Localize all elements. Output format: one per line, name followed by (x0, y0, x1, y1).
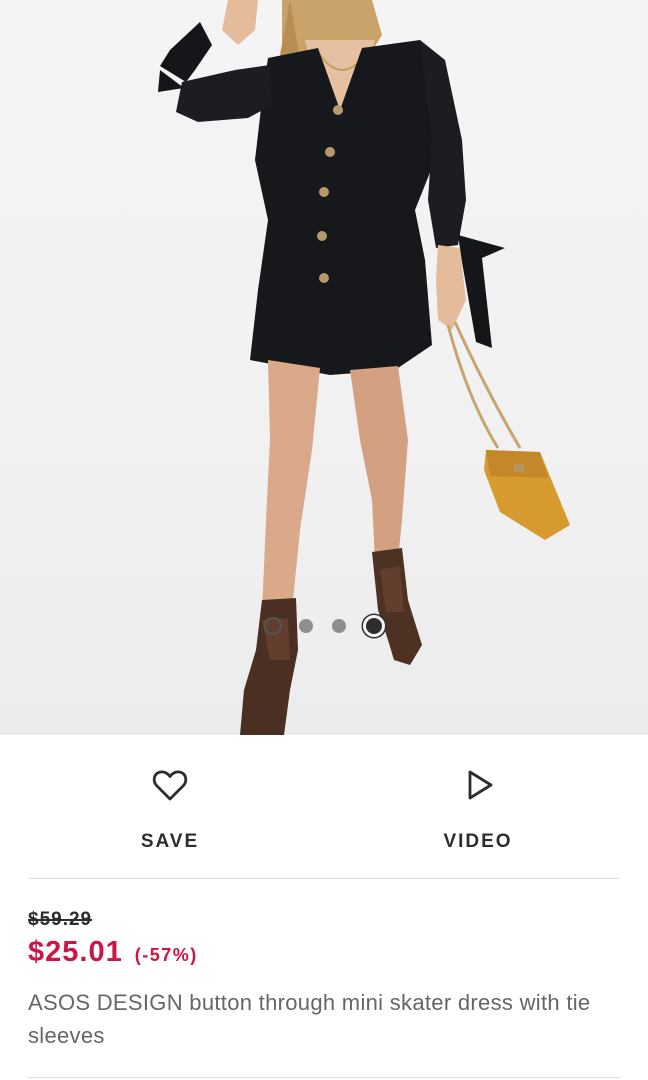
carousel-dot-2[interactable] (298, 619, 313, 633)
heart-outline-icon (152, 770, 188, 801)
divider (28, 878, 620, 879)
carousel-dot-3[interactable] (331, 619, 346, 633)
play-outline-icon (468, 770, 493, 800)
discount-badge: (-57%) (134, 945, 198, 965)
save-button[interactable]: SAVE (90, 765, 250, 853)
product-title: ASOS DESIGN button through mini skater d… (28, 990, 591, 1048)
video-button[interactable]: VIDEO (398, 765, 558, 853)
video-label: VIDEO (443, 831, 513, 852)
product-actions: SAVE VIDEO (0, 735, 648, 880)
carousel-dot-1[interactable] (263, 617, 282, 635)
divider (28, 1077, 620, 1078)
price-row: $25.01 (-57%) (28, 936, 198, 969)
carousel-indicators (0, 615, 648, 637)
sale-price: $25.01 (28, 936, 123, 968)
original-price: $59.29 (28, 909, 93, 930)
carousel-dot-4-active[interactable] (362, 615, 385, 637)
product-image-carousel[interactable] (0, 0, 648, 735)
save-label: SAVE (140, 831, 200, 852)
